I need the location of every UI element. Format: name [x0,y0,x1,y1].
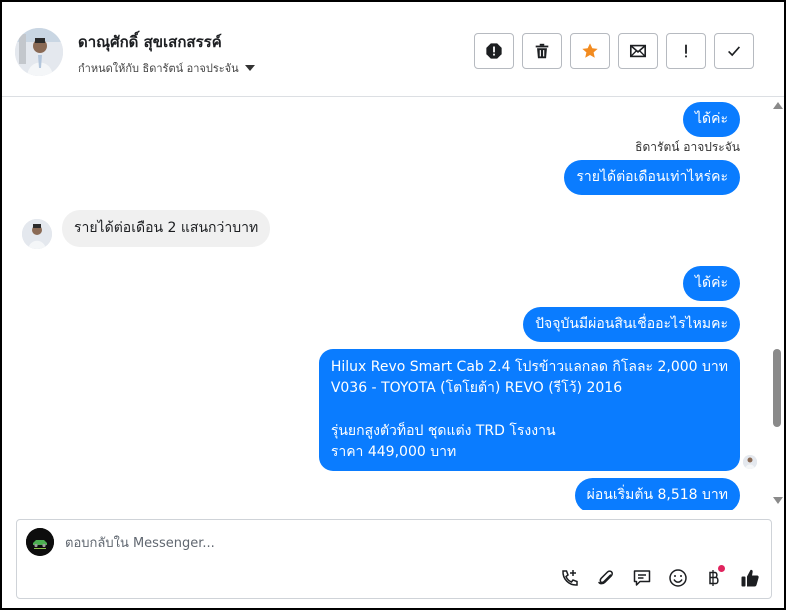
exclamation-icon [685,44,687,58]
message-line [331,399,728,421]
message-bubble-outgoing-multiline[interactable]: Hilux Revo Smart Cab 2.4 โปรข้าวแลกลด กิ… [318,349,740,471]
reply-input[interactable] [65,532,745,554]
chat-bubble-icon [633,570,651,586]
star-button[interactable] [570,33,610,69]
contact-avatar-small[interactable] [22,219,52,249]
scroll-up-arrow-icon[interactable] [773,102,783,109]
delete-button[interactable] [522,33,562,69]
alert-octagon-icon [486,43,502,59]
check-icon [728,46,741,57]
spam-button[interactable] [474,33,514,69]
mark-unread-button[interactable] [618,33,658,69]
call-button[interactable] [559,567,581,589]
inbox-conversation-window: ดาณุศักดิ์ สุขเสกสรรค์ กำหนดให้กับ ธิดาร… [0,0,786,610]
payment-button[interactable] [703,565,725,589]
conversation-header: ดาณุศักดิ์ สุขเสกสรรค์ กำหนดให้กับ ธิดาร… [2,2,784,97]
message-bubble-incoming[interactable]: รายได้ต่อเดือน 2 แสนกว่าบาท [62,210,271,247]
composer-toolbar [559,565,761,589]
message-bubble-outgoing[interactable]: รายได้ต่อเดือนเท่าไหร่คะ [564,160,740,195]
contact-name[interactable]: ดาณุศักดิ์ สุขเสกสรรค์ [78,30,222,54]
message-line: ราคา 449,000 บาท [330,444,457,460]
thumbs-up-icon [741,569,759,587]
message-bubble-outgoing[interactable]: ผ่อนเริ่มต้น 8,518 บาท [574,478,740,510]
saved-replies-button[interactable] [631,567,653,589]
star-icon [582,43,598,58]
phone-add-icon [562,570,578,586]
header-actions [474,33,754,69]
chevron-down-icon [244,65,255,71]
thread-scrollbar[interactable] [770,98,784,510]
message-line: Hilux Revo Smart Cab 2.4 โปรข้าวแลกลด กิ… [330,359,728,375]
follow-up-button[interactable] [666,33,706,69]
done-button[interactable] [714,33,754,69]
notification-dot [718,565,725,572]
message-bubble-outgoing[interactable]: ปัจจุบันมีผ่อนสินเชื่ออะไรไหมคะ [523,307,740,342]
assign-dropdown[interactable]: กำหนดให้กับ ธิดารัตน์ อาจประจัน [78,59,255,77]
paperclip-icon [598,570,613,585]
scroll-down-arrow-icon[interactable] [773,497,783,504]
reply-composer [16,519,772,599]
trash-icon [535,43,549,59]
envelope-icon [629,44,647,58]
sender-name-label: ธิดารัตน์ อาจประจัน [635,140,740,154]
message-bubble-outgoing[interactable]: ได้ค่ะ [682,102,740,137]
message-thread[interactable]: ได้ค่ะ ธิดารัตน์ อาจประจัน รายได้ต่อเดือ… [2,98,768,510]
message-line: V036 - TOYOTA (โตโยต้า) REVO (รีโว้) 201… [330,380,623,396]
like-button[interactable] [739,567,761,589]
page-avatar [26,528,54,556]
contact-avatar[interactable] [15,28,63,76]
attach-button[interactable] [595,567,617,589]
seen-avatar [743,455,757,469]
assign-label: กำหนดให้กับ ธิดารัตน์ อาจประจัน [78,62,239,75]
emoji-icon [669,569,687,587]
message-line: รุ่นยกสูงตัวท็อป ชุดแต่ง TRD โรงงาน [330,423,556,439]
emoji-button[interactable] [667,567,689,589]
message-bubble-outgoing[interactable]: ได้ค่ะ [682,266,740,301]
scrollbar-thumb[interactable] [773,349,781,427]
